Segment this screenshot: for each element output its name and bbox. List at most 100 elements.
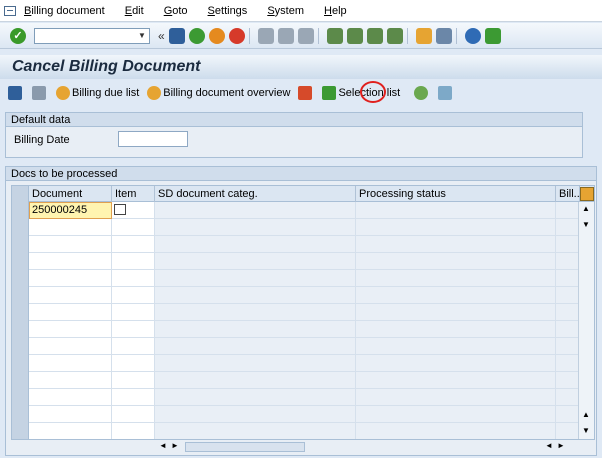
shortcut-icon[interactable] bbox=[435, 27, 452, 44]
layout-menu-icon[interactable] bbox=[484, 27, 501, 44]
col-sd-categ[interactable]: SD document categ. bbox=[155, 186, 356, 202]
billing-date-field[interactable] bbox=[118, 131, 188, 147]
table-cell[interactable] bbox=[112, 202, 155, 219]
help-icon[interactable] bbox=[464, 27, 481, 44]
table-cell[interactable] bbox=[29, 406, 112, 423]
table-cell[interactable] bbox=[29, 287, 112, 304]
row-selector[interactable] bbox=[12, 253, 29, 270]
table-cell[interactable] bbox=[112, 270, 155, 287]
menu-system[interactable]: System bbox=[267, 5, 304, 17]
exit-icon[interactable] bbox=[208, 27, 225, 44]
table-cell bbox=[556, 253, 580, 270]
enter-check-icon[interactable]: ✓ bbox=[10, 27, 26, 44]
vertical-scrollbar[interactable]: ▲ ▼ ▲ ▼ bbox=[578, 202, 594, 439]
col-item[interactable]: Item bbox=[112, 186, 155, 202]
cancel-icon[interactable] bbox=[228, 27, 245, 44]
scroll-right-icon[interactable]: ► bbox=[557, 441, 565, 450]
calendar-button[interactable] bbox=[298, 86, 314, 100]
display-button[interactable] bbox=[32, 86, 48, 100]
billing-due-list-button[interactable]: Billing due list bbox=[56, 86, 139, 100]
table-cell[interactable] bbox=[29, 304, 112, 321]
table-cell[interactable] bbox=[112, 219, 155, 236]
chevron-down-icon[interactable]: ▼ bbox=[136, 30, 148, 42]
table-cell[interactable] bbox=[112, 406, 155, 423]
table-cell[interactable] bbox=[29, 253, 112, 270]
table-cell[interactable] bbox=[29, 423, 112, 439]
row-selector[interactable] bbox=[12, 287, 29, 304]
table-cell[interactable] bbox=[112, 287, 155, 304]
previous-page-icon[interactable] bbox=[346, 27, 363, 44]
table-cell[interactable] bbox=[29, 372, 112, 389]
table-cell[interactable] bbox=[112, 355, 155, 372]
row-selector[interactable] bbox=[12, 372, 29, 389]
menu-settings[interactable]: Settings bbox=[208, 5, 248, 17]
table-cell[interactable] bbox=[112, 389, 155, 406]
select-all-corner[interactable] bbox=[12, 186, 29, 202]
save-icon[interactable] bbox=[168, 27, 185, 44]
scroll-up-icon[interactable]: ▲ bbox=[582, 204, 590, 213]
row-selector[interactable] bbox=[12, 389, 29, 406]
last-page-icon[interactable] bbox=[386, 27, 403, 44]
row-selector[interactable] bbox=[12, 321, 29, 338]
menu-edit[interactable]: Edit bbox=[125, 5, 144, 17]
col-processing-status[interactable]: Processing status bbox=[356, 186, 556, 202]
print-icon[interactable] bbox=[257, 27, 274, 44]
save-cancellation-button[interactable] bbox=[414, 86, 430, 100]
docs-header: Docs to be processed bbox=[6, 167, 596, 181]
menu-help[interactable]: Help bbox=[324, 5, 347, 17]
table-cell[interactable] bbox=[29, 219, 112, 236]
table-cell[interactable] bbox=[112, 304, 155, 321]
table-cell[interactable] bbox=[29, 270, 112, 287]
collapse-command-icon[interactable]: « bbox=[158, 29, 165, 43]
col-document[interactable]: Document bbox=[29, 186, 112, 202]
table-cell[interactable] bbox=[112, 236, 155, 253]
row-selector[interactable] bbox=[12, 406, 29, 423]
menu-billing-document[interactable]: Billing document bbox=[24, 5, 105, 17]
table-cell[interactable] bbox=[112, 338, 155, 355]
item-detail-icon[interactable] bbox=[114, 204, 126, 215]
horizontal-scrollbar[interactable]: ◄ ► ◄ ► bbox=[145, 441, 575, 453]
back-icon[interactable] bbox=[188, 27, 205, 44]
change-button[interactable] bbox=[8, 86, 24, 100]
command-field[interactable]: ▼ bbox=[34, 27, 150, 44]
row-selector[interactable] bbox=[12, 219, 29, 236]
scroll-thumb[interactable] bbox=[185, 442, 305, 452]
find-next-icon[interactable] bbox=[297, 27, 314, 44]
next-page-icon[interactable] bbox=[366, 27, 383, 44]
row-selector[interactable] bbox=[12, 338, 29, 355]
row-selector[interactable] bbox=[12, 304, 29, 321]
scroll-down-icon[interactable]: ▼ bbox=[582, 220, 590, 229]
table-settings-icon[interactable] bbox=[580, 187, 594, 201]
row-selector[interactable] bbox=[12, 423, 29, 439]
table-cell[interactable] bbox=[112, 253, 155, 270]
add-entry-button[interactable] bbox=[438, 86, 454, 100]
row-selector[interactable] bbox=[12, 355, 29, 372]
scroll-left-icon[interactable]: ◄ bbox=[159, 441, 167, 450]
row-selector[interactable] bbox=[12, 236, 29, 253]
table-cell[interactable] bbox=[112, 423, 155, 439]
table-cell[interactable] bbox=[29, 236, 112, 253]
table-cell[interactable] bbox=[29, 338, 112, 355]
billing-doc-overview-button[interactable]: Billing document overview bbox=[147, 86, 290, 100]
table-cell[interactable] bbox=[29, 389, 112, 406]
scroll-left-icon[interactable]: ◄ bbox=[545, 441, 553, 450]
find-icon[interactable] bbox=[277, 27, 294, 44]
table-cell[interactable] bbox=[29, 321, 112, 338]
table-cell bbox=[356, 423, 556, 439]
row-selector[interactable] bbox=[12, 202, 29, 219]
table-cell[interactable] bbox=[112, 321, 155, 338]
table-cell bbox=[155, 236, 356, 253]
window-menu-icon[interactable] bbox=[4, 5, 16, 16]
document-input[interactable]: 250000245 bbox=[29, 202, 112, 219]
first-page-icon[interactable] bbox=[326, 27, 343, 44]
row-selector[interactable] bbox=[12, 270, 29, 287]
scroll-right-icon[interactable]: ► bbox=[171, 441, 179, 450]
menu-goto[interactable]: Goto bbox=[164, 5, 188, 17]
table-cell[interactable] bbox=[112, 372, 155, 389]
table-cell[interactable] bbox=[29, 355, 112, 372]
table-cell bbox=[556, 338, 580, 355]
col-billing[interactable]: Bill... bbox=[556, 186, 583, 202]
scroll-down-icon[interactable]: ▼ bbox=[582, 426, 590, 435]
new-session-icon[interactable] bbox=[415, 27, 432, 44]
scroll-up-icon[interactable]: ▲ bbox=[582, 410, 590, 419]
